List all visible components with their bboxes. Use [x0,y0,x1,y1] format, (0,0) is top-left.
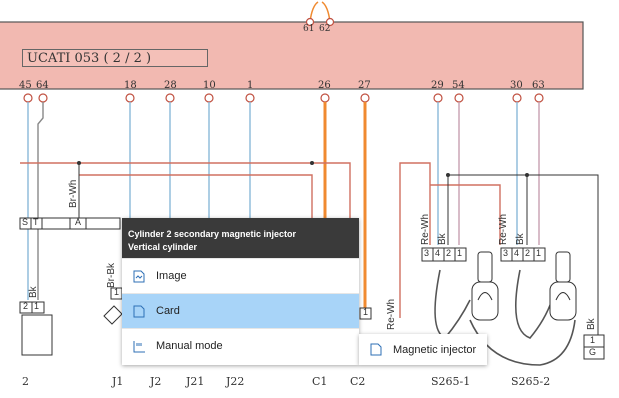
wire-label: Br-Bk [106,263,117,288]
connector-pin: 1 [363,307,369,317]
connector-pin: 4 [435,248,441,258]
pin-label: 18 [124,80,137,91]
context-menu-title: Cylinder 2 secondary magnetic injector [128,229,297,239]
connector-pin: S [22,217,29,227]
submenu-magnetic-injector[interactable]: Magnetic injector [359,334,487,365]
connector-pin: 2 [23,301,29,311]
connector-pin: 1 [457,248,463,258]
submenu-label: Magnetic injector [393,343,477,356]
pin-label: 1 [247,80,254,91]
pin-label: 45 [19,80,32,91]
component-label: C2 [350,375,366,388]
menu-item-label: Image [156,270,187,282]
connector-pin: 4 [514,248,520,258]
pin-label: 10 [203,80,216,91]
wire-label: Re-Wh [386,298,397,330]
component-label: J21 [186,375,205,388]
document-icon [369,343,383,357]
component-label: S265-1 [431,375,471,388]
wire-label: Bk [515,233,526,245]
connector-pin: 3 [503,248,509,258]
connector-pin: 1 [114,287,120,297]
pin-label: 64 [36,80,49,91]
top-pin-label: 62 [319,24,331,34]
connector-pin: 1 [536,248,542,258]
wire-label: Bk [437,233,448,245]
wire-label: Bk [28,286,39,298]
component-label: J22 [226,375,245,388]
pin-label: 26 [318,80,331,91]
context-menu-subtitle: Vertical cylinder [128,242,198,252]
connector-pin: 2 [446,248,452,258]
manual-mode-icon [132,339,146,353]
connector-pin: 1 [34,301,40,311]
image-icon [132,269,146,283]
connector-pin: 1 [590,335,596,345]
wire-label: Re-Wh [498,213,509,245]
connector-pin: 3 [424,248,430,258]
context-menu-header: Cylinder 2 secondary magnetic injector V… [122,218,359,258]
pin-label: 27 [358,80,371,91]
pin-label: 63 [532,80,545,91]
pin-label: 28 [164,80,177,91]
card-icon [132,304,146,318]
menu-item-card[interactable]: Card [122,293,359,328]
menu-item-label: Manual mode [156,340,223,352]
wire-label: Bk [586,318,597,330]
pin-label: 54 [452,80,465,91]
context-menu: Cylinder 2 secondary magnetic injector V… [122,218,359,365]
menu-item-manual-mode[interactable]: Manual mode [122,328,359,363]
top-pin-label: 61 [303,24,315,34]
component-label: J1 [112,375,124,388]
pin-label: 29 [431,80,444,91]
connector-pin: T [33,217,39,227]
pin-label: 30 [510,80,523,91]
component-label: J2 [150,375,162,388]
component-label: 2 [22,375,29,388]
menu-item-label: Card [156,305,180,317]
connector-pin: G [589,347,597,357]
component-label: C1 [312,375,328,388]
connector-pin: 2 [525,248,531,258]
component-label: S265-2 [511,375,551,388]
wire-label: Br-Wh [68,179,79,208]
ecu-title: UCATI 053 ( 2 / 2 ) [22,49,208,67]
wire-label: Re-Wh [420,213,431,245]
connector-pin: A [75,217,82,227]
menu-item-image[interactable]: Image [122,258,359,293]
